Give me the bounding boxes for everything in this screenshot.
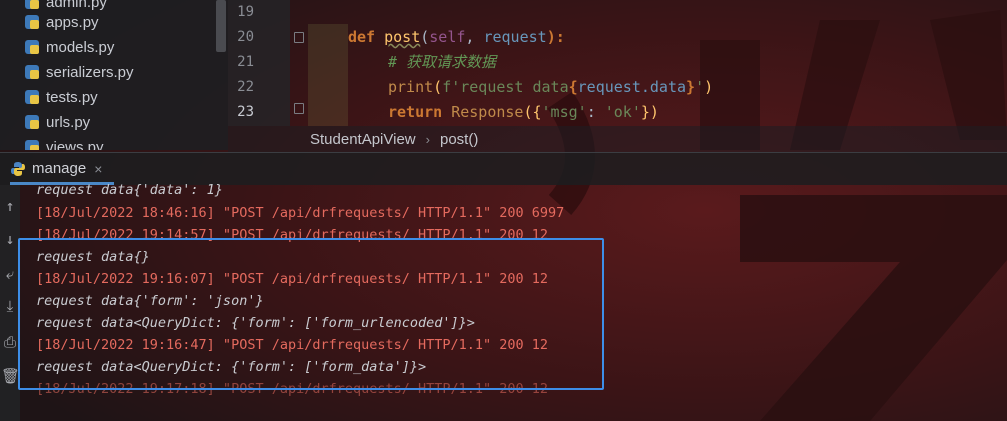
file-name: urls.py <box>46 113 91 131</box>
token-paren: ): <box>546 28 565 46</box>
file-urls-py[interactable]: urls.py <box>24 110 90 134</box>
project-tree: admin.py apps.py models.py serializers.p… <box>0 0 228 150</box>
token-class: Response <box>451 103 524 121</box>
arrow-down-icon[interactable]: ↓ <box>1 228 19 250</box>
code-editor[interactable]: def post(self, request): # 获取请求数据 print(… <box>290 0 1007 126</box>
python-file-icon <box>24 14 40 30</box>
chevron-right-icon: › <box>425 131 430 147</box>
token-paren: ) <box>704 78 714 96</box>
python-file-icon <box>24 114 40 130</box>
token-brace: } <box>686 78 696 96</box>
editor-gutter: 19 20 21 22 23 <box>228 0 304 126</box>
code-line-22: print(f'request data{request.data}') <box>388 75 713 100</box>
soft-wrap-icon[interactable]: ⤶ <box>1 263 19 285</box>
line-number: 23 <box>237 104 254 120</box>
token-keyword: return <box>388 103 452 121</box>
python-file-icon <box>24 0 40 10</box>
file-models-py[interactable]: models.py <box>24 35 114 59</box>
token-string: f'request data <box>442 78 569 96</box>
python-file-icon <box>24 139 40 150</box>
token-function-name: post <box>384 28 421 46</box>
token-colon: : <box>586 103 605 121</box>
token-comma: , <box>465 28 484 46</box>
token-brace: { <box>568 78 578 96</box>
breadcrumb-class[interactable]: StudentApiView <box>310 131 416 148</box>
token-param: request <box>483 28 547 46</box>
file-apps-py[interactable]: apps.py <box>24 10 99 34</box>
python-file-icon <box>24 64 40 80</box>
file-serializers-py[interactable]: serializers.py <box>24 60 134 84</box>
tree-scrollbar[interactable] <box>216 0 226 52</box>
line-number: 21 <box>237 54 254 70</box>
token-string: 'msg' <box>541 103 587 121</box>
file-name: apps.py <box>46 13 99 31</box>
code-line-21: # 获取请求数据 <box>388 50 496 75</box>
python-file-icon <box>24 89 40 105</box>
file-views-py[interactable]: views.py <box>24 135 104 150</box>
token-paren: }) <box>640 103 659 121</box>
file-tests-py[interactable]: tests.py <box>24 85 98 109</box>
breadcrumb-method[interactable]: post() <box>440 131 478 148</box>
code-line-20: def post(self, request): <box>348 25 565 50</box>
token-keyword: def <box>348 28 385 46</box>
token-string: ' <box>695 78 705 96</box>
trash-icon[interactable]: 🗑 <box>1 365 20 387</box>
file-name: views.py <box>46 138 104 151</box>
token-paren: ({ <box>523 103 542 121</box>
highlight-annotation-box <box>18 238 604 390</box>
python-icon <box>10 161 26 177</box>
token-paren: ( <box>420 28 430 46</box>
line-number: 20 <box>237 29 254 45</box>
file-name: admin.py <box>46 0 107 11</box>
token-string: 'ok' <box>604 103 641 121</box>
console-line: request data{'data': 1} <box>36 182 223 198</box>
token-expression: request.data <box>577 78 687 96</box>
token-comment: # 获取请求数据 <box>388 53 497 71</box>
code-line-23: return Response({'msg': 'ok'}) <box>388 100 659 125</box>
console-line: [18/Jul/2022 18:46:16] "POST /api/drfreq… <box>36 205 565 221</box>
tab-label: manage <box>32 160 87 177</box>
arrow-up-icon[interactable]: ↑ <box>1 195 19 217</box>
scroll-to-end-icon[interactable]: ⤓ <box>1 295 19 317</box>
line-number: 19 <box>237 4 254 20</box>
token-builtin: print <box>388 78 434 96</box>
token-self: self <box>429 28 466 46</box>
print-icon[interactable]: ⎙ <box>1 331 19 353</box>
close-icon[interactable]: × <box>94 161 102 177</box>
file-name: tests.py <box>46 88 98 106</box>
breadcrumb: StudentApiView › post() <box>228 126 1007 152</box>
file-name: serializers.py <box>46 63 134 81</box>
run-toolbar: ↑ ↓ ⤶ ⤓ ⎙ 🗑 <box>0 185 20 421</box>
line-number: 22 <box>237 79 254 95</box>
python-file-icon <box>24 39 40 55</box>
file-name: models.py <box>46 38 115 56</box>
token-paren: ( <box>433 78 443 96</box>
